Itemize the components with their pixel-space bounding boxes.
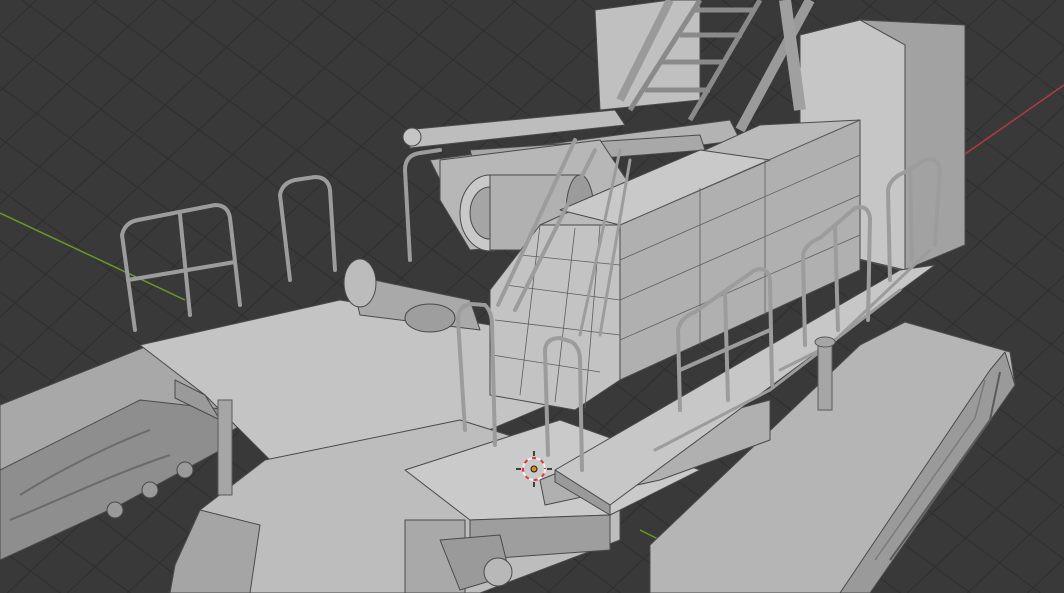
3d-viewport[interactable] — [0, 0, 1064, 593]
crane-model[interactable] — [0, 0, 1016, 593]
grid-line — [966, 501, 1064, 593]
viewport-canvas[interactable] — [0, 0, 1064, 593]
